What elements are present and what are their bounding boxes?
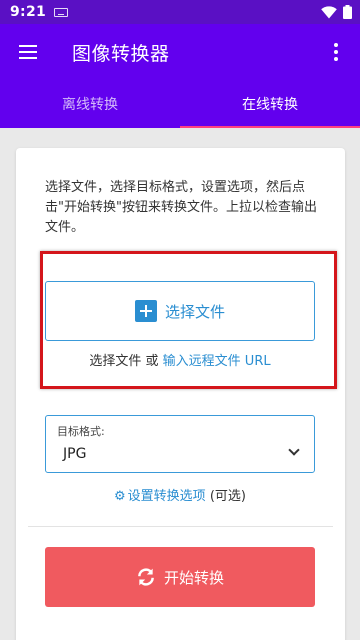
app-title: 图像转换器 (72, 42, 170, 65)
instructions-text: 选择文件，选择目标格式，设置选项，然后点击"开始转换"按钮来转换文件。上拉以检查… (45, 180, 317, 235)
target-format-label: 目标格式: (57, 425, 105, 438)
menu-icon (19, 45, 37, 59)
tab-bar: 离线转换 在线转换 (0, 80, 360, 128)
tab-online-convert[interactable]: 在线转换 (180, 80, 360, 128)
target-format-select[interactable]: 目标格式: JPG (45, 415, 315, 473)
conversion-options-line: ⚙ 设置转换选项 (可选) (45, 485, 315, 504)
convert-card: 选择文件，选择目标格式，设置选项，然后点击"开始转换"按钮来转换文件。上拉以检查… (16, 148, 345, 640)
target-format-value: JPG (63, 446, 87, 462)
app-bar: 图像转换器 (0, 24, 360, 80)
or-prefix-text: 选择文件 或 (89, 354, 159, 369)
remote-url-link[interactable]: 输入远程文件 URL (163, 354, 271, 369)
options-optional-text: (可选) (209, 489, 246, 504)
divider (28, 526, 333, 527)
wifi-icon (321, 5, 337, 18)
tab-offline-convert[interactable]: 离线转换 (0, 80, 180, 128)
battery-icon (343, 5, 352, 19)
start-convert-label: 开始转换 (163, 568, 224, 587)
select-file-button[interactable]: 选择文件 (45, 281, 315, 341)
plus-icon (134, 300, 157, 322)
status-bar: 9:21 (0, 0, 360, 24)
more-vert-icon (334, 43, 338, 61)
status-time: 9:21 (10, 4, 47, 20)
start-convert-button[interactable]: 开始转换 (45, 547, 315, 607)
chevron-down-icon (288, 444, 300, 456)
select-file-label: 选择文件 (164, 302, 225, 321)
refresh-icon (138, 568, 154, 586)
file-source-line: 选择文件 或 输入远程文件 URL (45, 350, 315, 369)
keyboard-icon (54, 7, 69, 17)
more-options-button[interactable] (312, 24, 360, 80)
conversion-options-link[interactable]: 设置转换选项 (128, 489, 206, 504)
status-icons (321, 5, 352, 19)
menu-button[interactable] (0, 24, 56, 80)
gear-icon: ⚙ (114, 489, 126, 504)
